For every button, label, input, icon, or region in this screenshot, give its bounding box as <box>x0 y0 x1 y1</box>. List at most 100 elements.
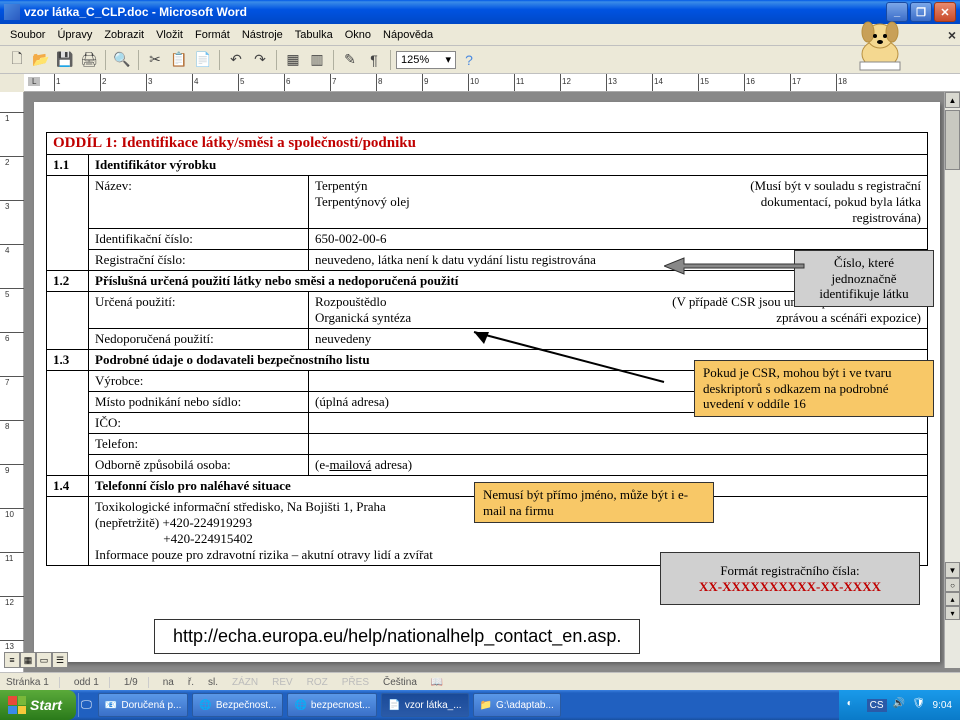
close-button[interactable]: ✕ <box>934 2 956 22</box>
use-val-1: Rozpouštědlo <box>315 294 411 310</box>
ruler-start-marker: L <box>28 77 40 86</box>
paste-icon[interactable]: 📄 <box>192 49 214 71</box>
columns-icon[interactable]: ▥ <box>306 49 328 71</box>
browse-object-icon[interactable]: ○ <box>945 578 960 592</box>
zoom-value: 125% <box>401 54 429 66</box>
name-val-1: Terpentýn <box>315 178 410 194</box>
normal-view-icon[interactable]: ≡ <box>4 652 20 668</box>
zoom-combo[interactable]: 125%▾ <box>396 51 456 69</box>
prev-page-icon[interactable]: ▴ <box>945 592 960 606</box>
new-icon[interactable]: 🗋 <box>6 49 28 71</box>
name-label: Název: <box>89 176 309 229</box>
web-view-icon[interactable]: ▦ <box>20 652 36 668</box>
ruler-vertical[interactable]: 12345678910111213 <box>0 92 24 672</box>
help-icon[interactable]: ? <box>458 49 480 71</box>
menu-zobrazit[interactable]: Zobrazit <box>98 27 150 43</box>
search-icon[interactable]: 🔍 <box>111 49 133 71</box>
view-mode-buttons: ≡ ▦ ▭ ☰ <box>4 652 68 668</box>
row-1.3-num: 1.3 <box>47 350 89 371</box>
scroll-thumb[interactable] <box>945 110 960 170</box>
reg-label: Registrační číslo: <box>89 250 309 271</box>
callout-id-number: Číslo, které jednoznačně identifikuje lá… <box>794 250 934 307</box>
menu-soubor[interactable]: Soubor <box>4 27 51 43</box>
page-viewport: ODDÍL 1: Identifikace látky/směsi a spol… <box>24 92 960 672</box>
menu-upravy[interactable]: Úpravy <box>51 27 98 43</box>
task-ie-2[interactable]: 🌐bezpecnost... <box>287 693 377 717</box>
name-val-2: Terpentýnový olej <box>315 194 410 210</box>
nuse-val: neuvedeny <box>309 329 928 350</box>
status-pres[interactable]: PŘES <box>342 677 369 688</box>
task-explorer[interactable]: 📁G:\adaptab... <box>473 693 561 717</box>
outline-view-icon[interactable]: ☰ <box>52 652 68 668</box>
task-word[interactable]: 📄vzor látka_... <box>381 693 468 717</box>
menu-nastroje[interactable]: Nástroje <box>236 27 289 43</box>
menu-napoveda[interactable]: Nápověda <box>377 27 439 43</box>
id-label: Identifikační číslo: <box>89 229 309 250</box>
undo-icon[interactable]: ↶ <box>225 49 247 71</box>
status-at: na <box>163 677 174 688</box>
separator <box>333 50 334 70</box>
print-icon[interactable]: 🖨 <box>78 49 100 71</box>
document-area: 12345678910111213 ODDÍL 1: Identifikace … <box>0 92 960 672</box>
status-zazn[interactable]: ZÁZN <box>232 677 258 688</box>
status-pages: 1/9 <box>124 677 149 688</box>
row-1.1-label: Identifikátor výrobku <box>89 155 928 176</box>
scrollbar-vertical[interactable]: ▲ ▼ ○ ▴ ▾ <box>944 92 960 668</box>
taskbar: Start 🖵 📧Doručená p... 🌐Bezpečnost... 🌐b… <box>0 690 960 720</box>
table-icon[interactable]: ▦ <box>282 49 304 71</box>
separator <box>219 50 220 70</box>
quicklaunch-desktop-icon[interactable]: 🖵 <box>78 693 94 717</box>
tray-lang[interactable]: CS <box>867 699 887 712</box>
id-val: 650-002-00-6 <box>309 229 928 250</box>
reg-format-value: XX-XXXXXXXXXX-XX-XXXX <box>671 579 909 595</box>
status-book-icon[interactable]: 📖 <box>431 677 443 688</box>
scroll-down-icon[interactable]: ▼ <box>945 562 960 578</box>
reg-format-label: Formát registračního čísla: <box>671 563 909 579</box>
nuse-label: Nedoporučená použití: <box>89 329 309 350</box>
print-view-icon[interactable]: ▭ <box>36 652 52 668</box>
tel-label: Telefon: <box>89 434 309 455</box>
toolbar-standard: 🗋 📂 💾 🖨 🔍 ✂ 📋 📄 ↶ ↷ ▦ ▥ ✎ ¶ 125%▾ ? <box>0 46 960 74</box>
cut-icon[interactable]: ✂ <box>144 49 166 71</box>
menu-okno[interactable]: Okno <box>339 27 377 43</box>
office-assistant-dog-icon[interactable] <box>850 14 910 74</box>
windows-logo-icon <box>8 696 26 714</box>
copy-icon[interactable]: 📋 <box>168 49 190 71</box>
redo-icon[interactable]: ↷ <box>249 49 271 71</box>
status-lang: Čeština <box>383 677 417 688</box>
drawing-icon[interactable]: ✎ <box>339 49 361 71</box>
tray-shield-icon[interactable]: 🛡 <box>913 698 927 712</box>
restore-button[interactable]: ❐ <box>910 2 932 22</box>
menu-vlozit[interactable]: Vložit <box>150 27 189 43</box>
start-button[interactable]: Start <box>0 690 76 720</box>
task-outlook[interactable]: 📧Doručená p... <box>98 693 189 717</box>
name-note: (Musí být v souladu s registrační dokume… <box>691 178 921 226</box>
vyrobce-label: Výrobce: <box>89 371 309 392</box>
scroll-up-icon[interactable]: ▲ <box>945 92 960 108</box>
status-line: ř. <box>188 677 194 688</box>
status-roz[interactable]: ROZ <box>307 677 328 688</box>
tray-icon-1[interactable]: ◐ <box>847 698 861 712</box>
next-page-icon[interactable]: ▾ <box>945 606 960 620</box>
callout-csr-descriptors: Pokud je CSR, mohou být i ve tvaru deskr… <box>694 360 934 417</box>
ruler-horizontal[interactable]: L 123456789101112131415161718 <box>24 74 960 92</box>
paper[interactable]: ODDÍL 1: Identifikace látky/směsi a spol… <box>34 102 940 662</box>
row-1.1-num: 1.1 <box>47 155 89 176</box>
menu-format[interactable]: Formát <box>189 27 236 43</box>
status-rev[interactable]: REV <box>272 677 293 688</box>
titlebar: vzor látka_C_CLP.doc - Microsoft Word _ … <box>0 0 960 24</box>
tray-clock[interactable]: 9:04 <box>933 700 952 711</box>
close-document-button[interactable]: × <box>948 27 956 43</box>
open-icon[interactable]: 📂 <box>30 49 52 71</box>
save-icon[interactable]: 💾 <box>54 49 76 71</box>
paragraph-icon[interactable]: ¶ <box>363 49 385 71</box>
url-box: http://echa.europa.eu/help/nationalhelp_… <box>154 619 640 654</box>
separator <box>390 50 391 70</box>
task-ie-1[interactable]: 🌐Bezpečnost... <box>192 693 283 717</box>
separator <box>105 50 106 70</box>
tray-volume-icon[interactable]: 🔊 <box>893 698 907 712</box>
callout-email-name: Nemusí být přímo jméno, může být i e-mai… <box>474 482 714 523</box>
window-title: vzor látka_C_CLP.doc - Microsoft Word <box>24 5 886 19</box>
ico-label: IČO: <box>89 413 309 434</box>
menu-tabulka[interactable]: Tabulka <box>289 27 339 43</box>
